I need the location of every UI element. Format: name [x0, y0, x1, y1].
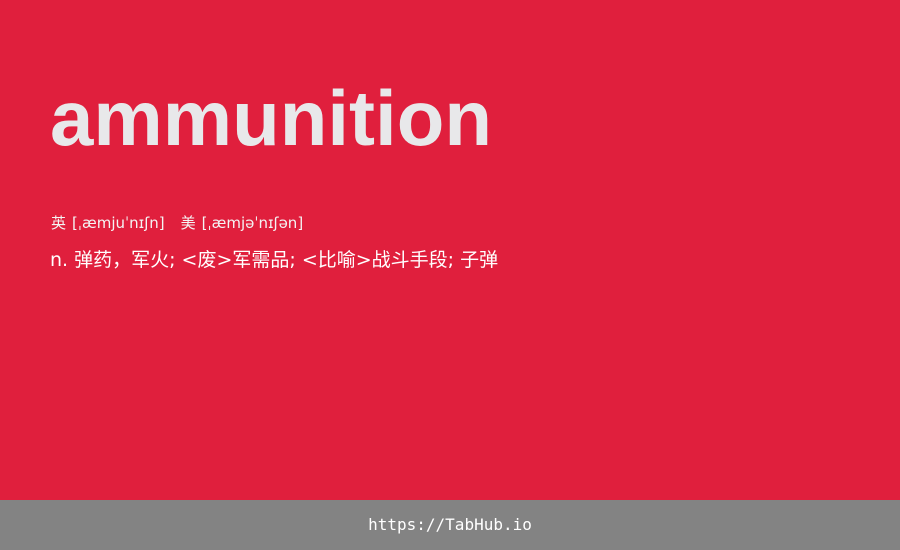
footer-bar: https://TabHub.io: [0, 500, 900, 550]
headword: ammunition: [50, 74, 492, 162]
uk-ipa: [ˌæmjuˈnɪʃn]: [72, 214, 165, 232]
us-label: 美: [180, 214, 196, 232]
uk-label: 英: [51, 214, 67, 232]
pronunciation-row: 英 [ˌæmjuˈnɪʃn] 美 [ˌæmjəˈnɪʃən]: [51, 212, 303, 234]
word-card: ammunition 英 [ˌæmjuˈnɪʃn] 美 [ˌæmjəˈnɪʃən] n…: [0, 0, 900, 500]
definition-text: n. 弹药，军火; <废>军需品; <比喻>战斗手段; 子弹: [50, 249, 499, 271]
us-ipa: [ˌæmjəˈnɪʃən]: [201, 214, 304, 232]
tabhub-link[interactable]: https://TabHub.io: [0, 500, 900, 550]
